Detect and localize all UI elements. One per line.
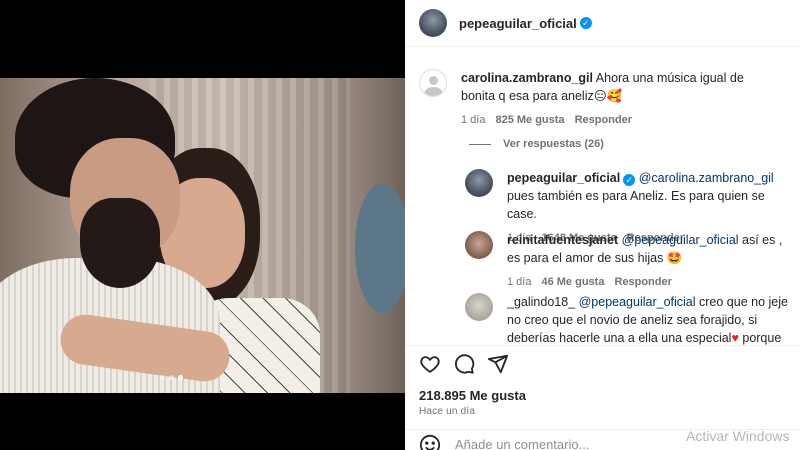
replier-avatar[interactable] [465, 231, 493, 259]
heart-icon[interactable] [419, 353, 441, 375]
post-photo[interactable] [0, 78, 405, 393]
carousel-dots [160, 375, 183, 380]
replier-username[interactable]: _galindo18_ [507, 295, 575, 309]
reply-item: _galindo18_ @pepeaguilar_oficial creo qu… [465, 293, 790, 345]
reply-button[interactable]: Responder [575, 111, 632, 129]
reply-item: reinitafuentesjanet @pepeaguilar_oficial… [465, 231, 790, 291]
author-avatar[interactable] [419, 9, 447, 37]
comment-item: carolina.zambrano_gil Ahora una música i… [419, 69, 789, 129]
reply-mention[interactable]: @carolina.zambrano_gil [639, 171, 774, 185]
photo-man-beard [80, 198, 160, 288]
reply-text: reinitafuentesjanet @pepeaguilar_oficial… [507, 231, 790, 267]
view-replies-label: Ver respuestas (26) [503, 138, 604, 150]
verified-icon: ✓ [579, 17, 592, 29]
reply-time[interactable]: 1 día [507, 273, 531, 291]
reply-button[interactable]: Responder [614, 273, 671, 291]
reply-text: pepeaguilar_oficial ✓ @carolina.zambrano_… [507, 169, 790, 223]
photo-vase [355, 183, 405, 313]
reply-text: _galindo18_ @pepeaguilar_oficial creo qu… [507, 293, 790, 345]
commenter-username[interactable]: carolina.zambrano_gil [461, 71, 593, 85]
share-icon[interactable] [487, 353, 509, 375]
likes-count[interactable]: 218.895 Me gusta [419, 388, 526, 403]
commenter-avatar[interactable] [419, 69, 447, 97]
emoji-icon[interactable] [419, 434, 441, 450]
carousel-dot[interactable] [160, 375, 165, 380]
windows-activation-watermark: Activar Windows [686, 428, 790, 444]
reply-meta: 1 día 46 Me gusta Responder [507, 273, 790, 291]
post-time[interactable]: Hace un día [419, 406, 475, 417]
divider-line [469, 143, 491, 145]
heart-emoji: ♥ [731, 331, 739, 345]
reply-mention[interactable]: @pepeaguilar_oficial [622, 233, 739, 247]
reply-message: pues también es para Aneliz. Es para qui… [507, 189, 765, 221]
author-username[interactable]: pepeaguilar_oficial [459, 16, 577, 31]
comment-meta: 1 día 825 Me gusta Responder [461, 111, 781, 129]
carousel-dot[interactable] [169, 375, 174, 380]
comment-time[interactable]: 1 día [461, 111, 485, 129]
post-side-panel: pepeaguilar_oficial ✓ carolina.zambrano_… [405, 0, 800, 450]
carousel-dot-active[interactable] [178, 375, 183, 380]
view-replies-button[interactable]: Ver respuestas (26) [469, 138, 604, 150]
post-header: pepeaguilar_oficial ✓ [405, 0, 800, 47]
replier-avatar[interactable] [465, 293, 493, 321]
comment-icon[interactable] [453, 353, 475, 375]
reply-mention[interactable]: @pepeaguilar_oficial [579, 295, 696, 309]
comment-input[interactable] [455, 437, 655, 450]
comment-likes[interactable]: 825 Me gusta [495, 111, 564, 129]
comment-text: carolina.zambrano_gil Ahora una música i… [461, 69, 781, 105]
media-area [0, 0, 405, 450]
reply-likes[interactable]: 46 Me gusta [541, 273, 604, 291]
replier-avatar[interactable] [465, 169, 493, 197]
replier-username[interactable]: reinitafuentesjanet [507, 233, 618, 247]
verified-icon: ✓ [623, 174, 636, 186]
comments-list: carolina.zambrano_gil Ahora una música i… [405, 47, 800, 345]
action-icons [419, 353, 509, 375]
replier-username[interactable]: pepeaguilar_oficial [507, 171, 620, 185]
